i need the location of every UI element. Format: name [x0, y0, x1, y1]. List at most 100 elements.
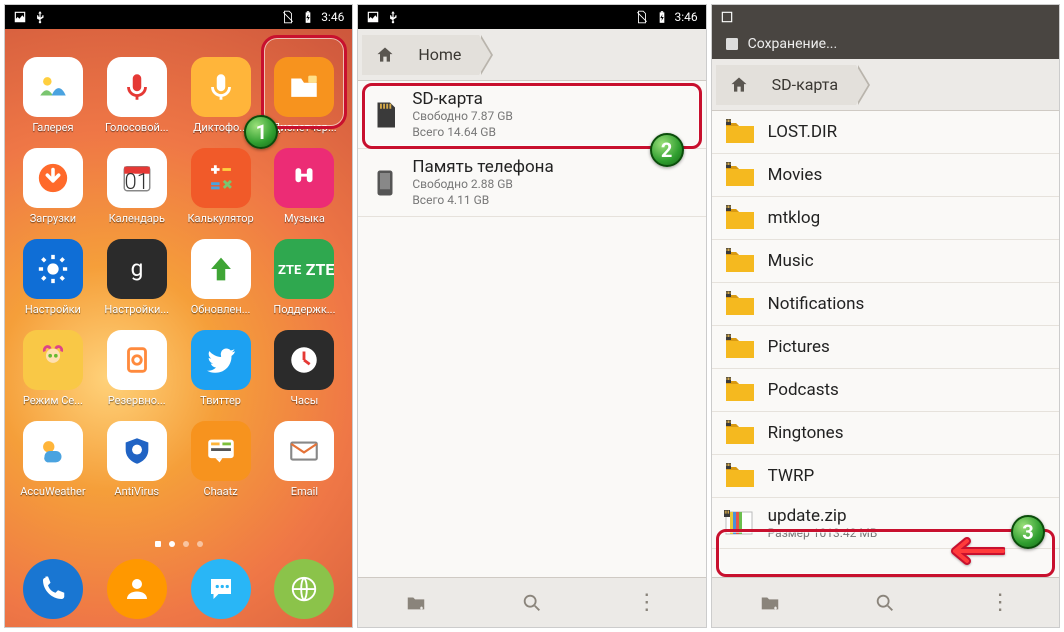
google-settings-icon: g	[107, 239, 167, 299]
app-weather[interactable]: AccuWeather	[11, 421, 95, 498]
no-sim-icon	[281, 10, 295, 24]
folder-name: LOST.DIR	[768, 122, 837, 142]
status-time: 3:46	[675, 10, 698, 24]
usb-icon	[386, 10, 400, 24]
panel-home-screen: 3:46 Галерея Голосовой... Диктофо... Диспет…	[4, 4, 353, 628]
usb-icon	[33, 10, 47, 24]
search-button[interactable]	[827, 578, 943, 627]
file-manager-icon	[274, 57, 334, 117]
breadcrumb-home[interactable]	[362, 35, 408, 75]
search-button[interactable]	[474, 578, 590, 627]
calculator-icon	[191, 148, 251, 208]
app-label: Настройки	[25, 303, 81, 316]
app-email[interactable]: Email	[262, 421, 346, 498]
folder-name: mtklog	[768, 208, 820, 228]
folder-item[interactable]: Pictures	[712, 326, 1059, 369]
antivirus-icon	[107, 421, 167, 481]
app-downloads[interactable]: Загрузки	[11, 148, 95, 225]
app-label: Твиттер	[200, 394, 241, 407]
folder-item[interactable]: Music	[712, 240, 1059, 283]
app-calculator[interactable]: Калькулятор	[179, 148, 263, 225]
folder-name: Music	[768, 251, 814, 271]
chaatz-icon	[191, 421, 251, 481]
app-settings[interactable]: Настройки	[11, 239, 95, 316]
app-kids-mode[interactable]: Режим Се...	[11, 330, 95, 407]
folder-item[interactable]: Movies	[712, 154, 1059, 197]
app-chaatz[interactable]: Chaatz	[179, 421, 263, 498]
app-label: Загрузки	[30, 212, 76, 225]
status-time: 3:46	[321, 10, 344, 24]
breadcrumb-bar: Home	[358, 29, 705, 81]
app-file-manager[interactable]: Диспетчер...	[262, 57, 346, 134]
action-mode-title: Сохранение...	[748, 36, 838, 52]
app-update[interactable]: Обновлен...	[179, 239, 263, 316]
storage-sd-card[interactable]: SD-картаСвободно 7.87 GBВсего 14.64 GB	[358, 81, 705, 149]
folder-item[interactable]: Podcasts	[712, 369, 1059, 412]
page-dot[interactable]	[197, 541, 203, 547]
music-icon	[274, 148, 334, 208]
storage-total: Всего 14.64 GB	[412, 125, 513, 141]
dock-messages[interactable]	[191, 559, 251, 619]
page-dot[interactable]	[183, 541, 189, 547]
new-folder-button[interactable]	[712, 578, 828, 627]
app-label: Часы	[291, 394, 319, 407]
calendar-icon: 0101	[107, 148, 167, 208]
folder-item[interactable]: mtklog	[712, 197, 1059, 240]
breadcrumb-seg-sd[interactable]: SD-карта	[762, 65, 856, 105]
action-mode-bar: Сохранение...	[712, 29, 1059, 59]
breadcrumb-bar: SD-карта	[712, 59, 1059, 111]
breadcrumb-label: Home	[418, 45, 461, 64]
battery-charging-icon	[655, 10, 669, 24]
app-gallery[interactable]: Галерея	[11, 57, 95, 134]
folder-item[interactable]: Ringtones	[712, 412, 1059, 455]
page-dot[interactable]	[169, 541, 175, 547]
app-clock[interactable]: Часы	[262, 330, 346, 407]
app-music[interactable]: Музыка	[262, 148, 346, 225]
app-google-settings[interactable]: gНастройки...	[95, 239, 179, 316]
new-folder-button[interactable]	[358, 578, 474, 627]
app-antivirus[interactable]: AntiVirus	[95, 421, 179, 498]
app-label: Резервно...	[108, 394, 166, 407]
dock	[5, 559, 352, 619]
folder-item[interactable]: Notifications	[712, 283, 1059, 326]
no-sim-icon	[635, 10, 649, 24]
app-voice[interactable]: Голосовой...	[95, 57, 179, 134]
app-calendar[interactable]: 0101Календарь	[95, 148, 179, 225]
dock-phone[interactable]	[23, 559, 83, 619]
app-label: Галерея	[32, 121, 73, 134]
app-icon	[724, 36, 740, 52]
dock-browser[interactable]	[274, 559, 334, 619]
folder-item[interactable]: LOST.DIR	[712, 111, 1059, 154]
backup-icon	[107, 330, 167, 390]
app-backup[interactable]: Резервно...	[95, 330, 179, 407]
breadcrumb-home[interactable]	[716, 65, 762, 105]
folder-name: Notifications	[768, 294, 865, 314]
toolbar: ⋮	[358, 577, 705, 627]
overflow-menu-button[interactable]: ⋮	[590, 578, 706, 627]
app-label: Chaatz	[203, 485, 237, 498]
dock-contacts[interactable]	[107, 559, 167, 619]
page-indicator	[5, 541, 352, 547]
app-recorder[interactable]: Диктофо...	[179, 57, 263, 134]
svg-text:g: g	[130, 255, 143, 282]
app-label: AntiVirus	[114, 485, 159, 498]
folder-name: Movies	[768, 165, 823, 185]
breadcrumb-seg-home[interactable]: Home	[408, 35, 479, 75]
app-twitter[interactable]: Твиттер	[179, 330, 263, 407]
app-label: Музыка	[284, 212, 325, 225]
storage-title: SD-карта	[412, 89, 513, 109]
app-label: Диктофо...	[193, 121, 248, 134]
status-bar	[712, 5, 1059, 29]
storage-phone-mem[interactable]: Память телефонаСвободно 2.88 GBВсего 4.1…	[358, 149, 705, 217]
overflow-menu-button[interactable]: ⋮	[943, 578, 1059, 627]
update-icon	[191, 239, 251, 299]
storage-free: Свободно 2.88 GB	[412, 177, 553, 193]
dot-home[interactable]	[155, 541, 161, 547]
app-support[interactable]: ZTEZTEПоддержк...	[262, 239, 346, 316]
folder-item[interactable]: TWRP	[712, 455, 1059, 498]
folder-name: Pictures	[768, 337, 830, 357]
email-icon	[274, 421, 334, 481]
storage-total: Всего 4.11 GB	[412, 193, 553, 209]
app-label: Диспетчер...	[272, 121, 337, 134]
file-update-zip[interactable]: update.zipРазмер 1013.42 MB	[712, 498, 1059, 549]
